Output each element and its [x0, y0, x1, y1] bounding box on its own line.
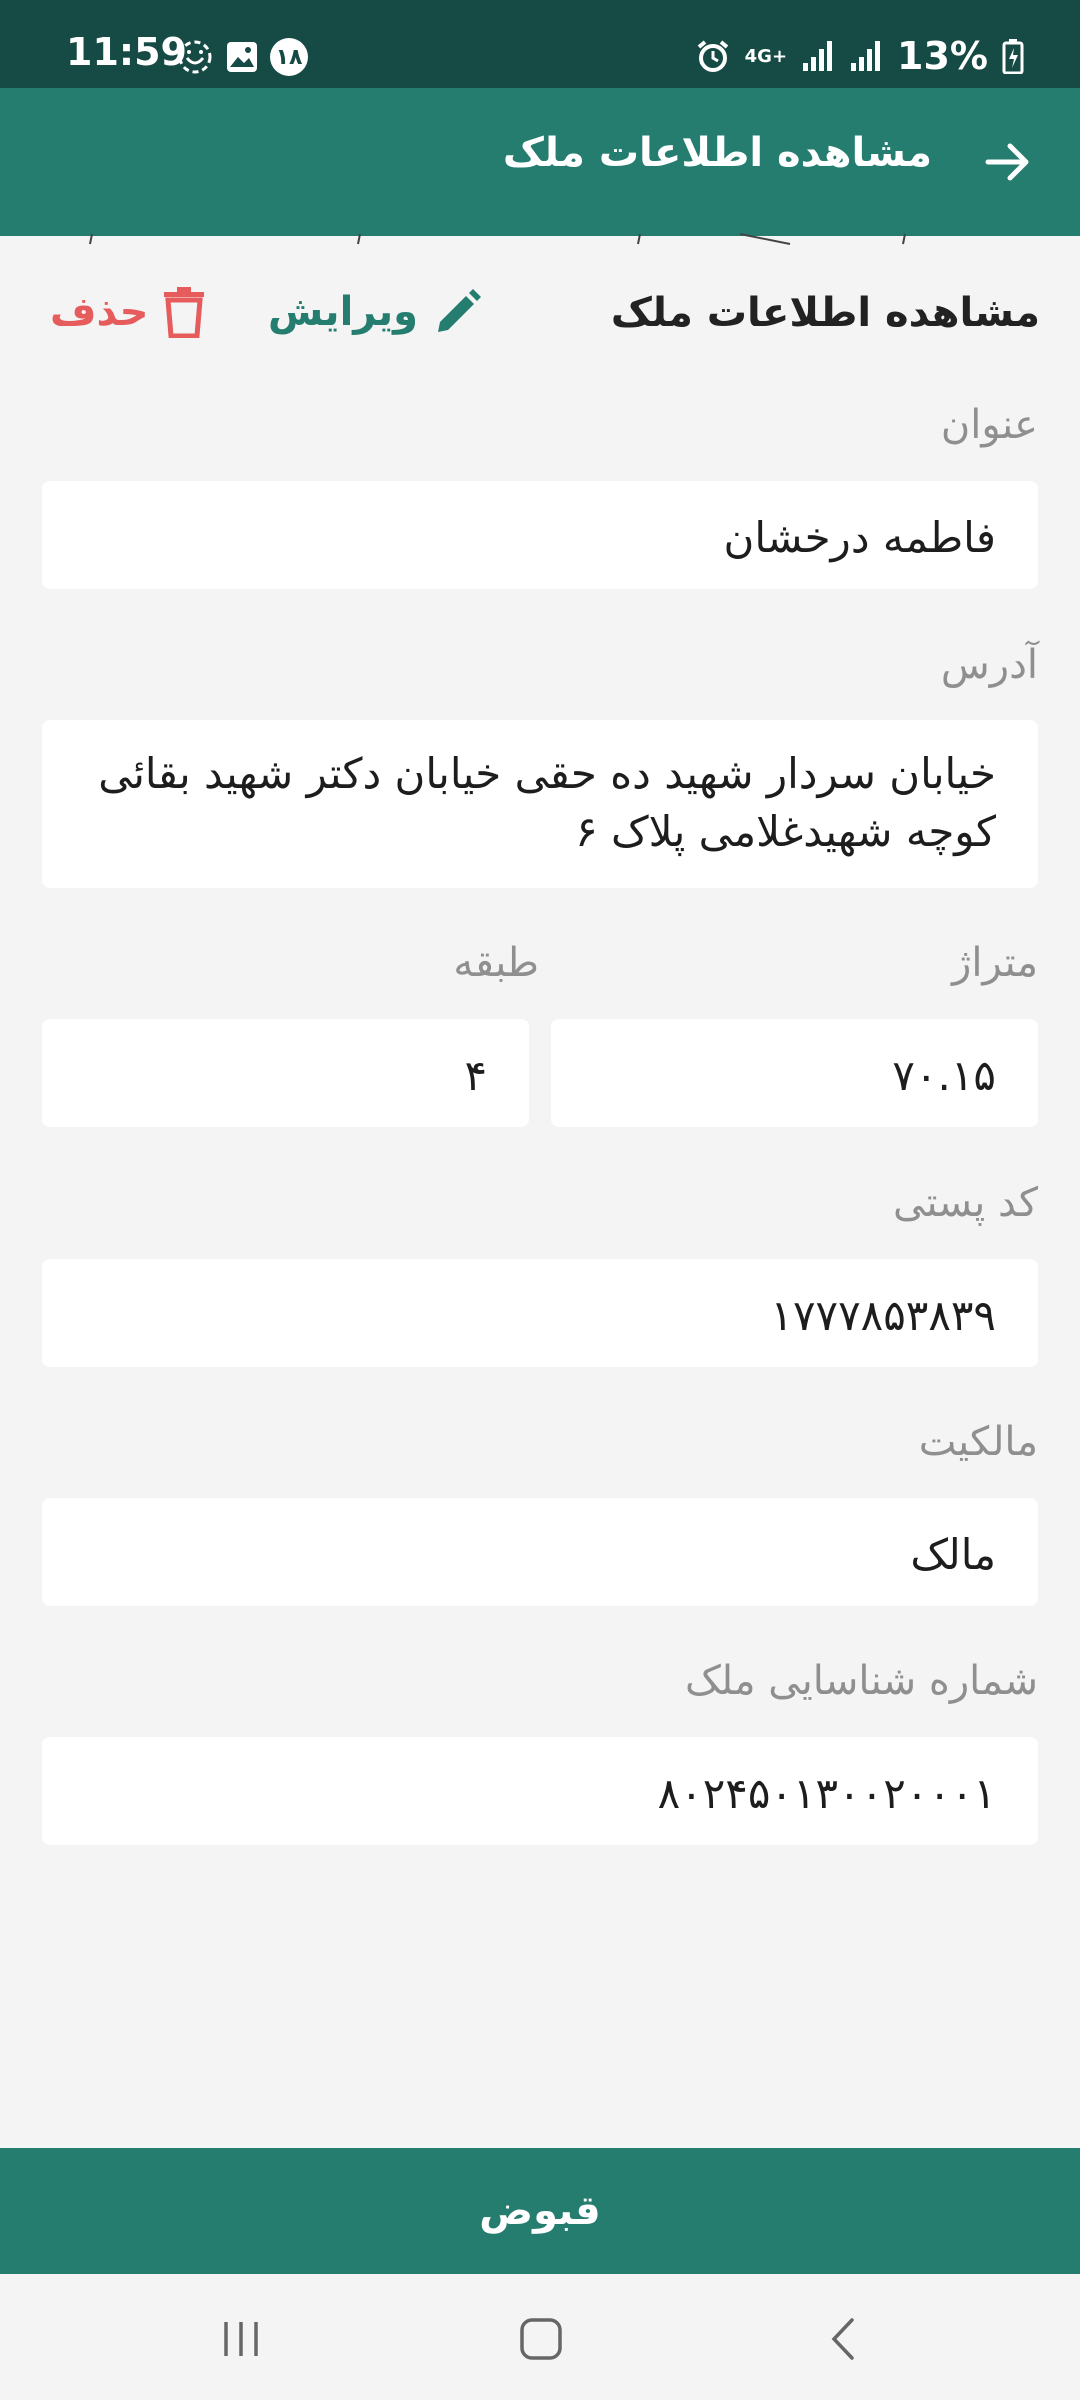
trash-icon: [164, 287, 205, 338]
signal-icon: [851, 41, 881, 71]
title-label: عنوان: [940, 402, 1038, 448]
back-icon[interactable]: [820, 2314, 870, 2364]
section-title: مشاهده اطلاعات ملک: [610, 290, 1040, 336]
postal-code-field: ۱۷۷۷۸۵۳۸۳۹: [42, 1259, 1038, 1367]
property-id-label: شماره شناسایی ملک: [685, 1658, 1038, 1704]
property-id-field: ۸۰۲۴۵۰۱۳۰۰۲۰۰۰۱: [42, 1737, 1038, 1845]
battery-percent: 13%: [897, 34, 988, 78]
bills-button[interactable]: قبوض: [0, 2148, 1080, 2274]
app-bar: مشاهده اطلاعات ملک: [0, 88, 1080, 236]
home-icon[interactable]: [516, 2314, 566, 2364]
alarm-icon: [697, 40, 728, 72]
notification-badge: ۱۸: [270, 38, 308, 76]
smile-icon: [178, 40, 212, 74]
postal-code-label: کد پستی: [893, 1180, 1038, 1226]
title-field: فاطمه درخشان: [42, 481, 1038, 589]
ownership-field: مالک: [42, 1498, 1038, 1606]
address-field: خیابان سردار شهید ده حقی خیابان دکتر شهی…: [42, 720, 1038, 888]
page-title: مشاهده اطلاعات ملک: [502, 130, 932, 176]
delete-button[interactable]: حذف: [50, 286, 206, 338]
edit-button[interactable]: ویرایش: [268, 286, 484, 338]
delete-label: حذف: [50, 289, 149, 335]
status-bar: 11:59 ۱۸ 4G+ 13%: [0, 0, 1080, 88]
section-header: مشاهده اطلاعات ملک ویرایش حذف: [40, 286, 1040, 348]
edit-label: ویرایش: [268, 289, 419, 335]
decorative-lines: [89, 233, 906, 245]
battery-icon: [1002, 39, 1024, 74]
network-4g-icon: 4G+: [744, 45, 788, 67]
signal-icon: [803, 41, 833, 71]
address-label: آدرس: [940, 642, 1038, 688]
gallery-icon: [227, 42, 257, 72]
area-label: متراژ: [952, 940, 1038, 986]
recent-apps-icon[interactable]: [216, 2314, 266, 2364]
system-nav-bar: [0, 2274, 1080, 2400]
pencil-icon: [438, 289, 482, 332]
arrow-right-icon[interactable]: [980, 134, 1036, 190]
floor-field: ۴: [42, 1019, 529, 1127]
area-field: ۷۰.۱۵: [551, 1019, 1038, 1127]
status-time: 11:59: [66, 30, 187, 74]
floor-label: طبقه: [453, 940, 539, 986]
ownership-label: مالکیت: [918, 1419, 1038, 1465]
